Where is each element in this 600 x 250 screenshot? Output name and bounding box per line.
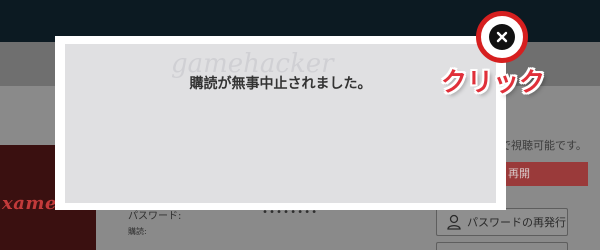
availability-status: で視聴可能です。 [500,139,587,152]
cancel-confirmation-modal: gamehacker 購読が無事中止されました。 [55,36,506,210]
subscription-label: 購読: [128,227,147,236]
close-button-highlight [476,11,528,63]
resume-button[interactable]: 再開 [500,162,588,186]
modal-message: 購読が無事中止されました。 [189,76,372,92]
reissue-password-button[interactable]: パスワードの再発行 [436,208,568,236]
user-icon [447,214,461,230]
reissue-password-label: パスワードの再発行 [467,216,566,229]
close-button[interactable] [489,24,515,50]
secondary-button[interactable] [436,242,568,250]
close-icon [496,31,508,43]
modal-body: gamehacker 購読が無事中止されました。 [65,44,496,203]
click-annotation: クリック [441,68,546,98]
